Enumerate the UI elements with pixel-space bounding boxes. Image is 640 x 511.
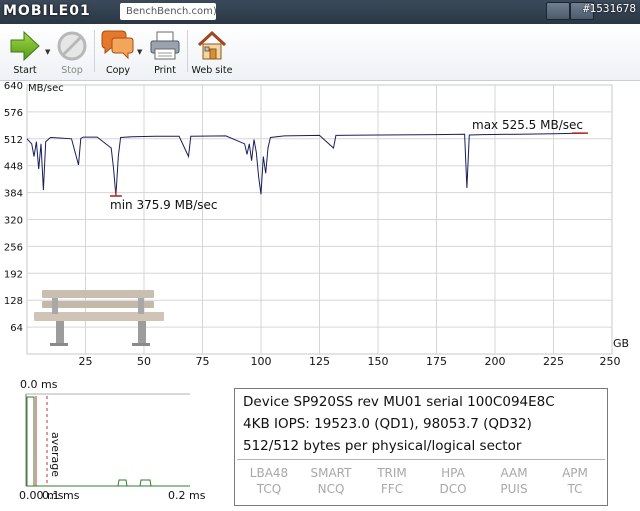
print-button[interactable]: Print bbox=[146, 27, 184, 77]
info-separator bbox=[237, 459, 605, 460]
feature-aam-puis: AAM PUIS bbox=[500, 466, 528, 496]
arrow-right-icon bbox=[10, 30, 40, 62]
watermark-id: #1531678 bbox=[583, 2, 636, 15]
min-annotation: min 375.9 MB/sec bbox=[110, 198, 217, 212]
stop-label: Stop bbox=[61, 65, 83, 76]
start-button[interactable]: Start bbox=[4, 27, 46, 77]
y-axis-label: MB/sec bbox=[28, 83, 64, 94]
toolbar-separator bbox=[187, 30, 188, 72]
brand-logo-text: MOBILE01 bbox=[3, 3, 91, 19]
y-tick-label: 576 bbox=[4, 108, 23, 119]
copy-dropdown-icon[interactable]: ▼ bbox=[137, 48, 142, 56]
start-dropdown-icon[interactable]: ▼ bbox=[45, 48, 50, 56]
copy-label: Copy bbox=[105, 65, 131, 76]
brand-logo: MOBILE01 bbox=[3, 2, 91, 20]
y-tick-label: 448 bbox=[4, 162, 23, 173]
y-tick-label: 256 bbox=[4, 242, 23, 253]
feature-trim-ffc: TRIM FFC bbox=[377, 466, 407, 496]
sector-info-line: 512/512 bytes per physical/logical secto… bbox=[243, 438, 522, 454]
y-tick-label: 320 bbox=[4, 216, 23, 227]
feature-smart-ncq: SMART NCQ bbox=[310, 466, 352, 496]
stop-button[interactable]: Stop bbox=[52, 27, 92, 77]
window-titlebar: MOBILE01 BenchBench.com) #1531678 bbox=[0, 0, 640, 24]
y-tick-label: 512 bbox=[4, 135, 23, 146]
device-info-line: Device SP920SS rev MU01 serial 100C094E8… bbox=[243, 394, 555, 410]
feature-apm-tc: APM TC bbox=[562, 466, 588, 496]
x-tick-label: 175 bbox=[426, 355, 447, 368]
device-info-panel: Device SP920SS rev MU01 serial 100C094E8… bbox=[234, 388, 608, 506]
latency-top-label: 0.0 ms bbox=[20, 378, 58, 391]
print-label: Print bbox=[154, 65, 176, 76]
feature-lba48-tcq: LBA48 TCQ bbox=[249, 466, 289, 496]
access-time-chart: 0.0 ms average 0.00 ms 0.1 ms 0.2 ms bbox=[19, 378, 206, 502]
max-annotation: max 525.5 MB/sec bbox=[472, 118, 583, 132]
iops-info-line: 4KB IOPS: 19523.0 (QD1), 98053.7 (QD32) bbox=[243, 416, 532, 432]
latency-x-label-2: 0.2 ms bbox=[168, 489, 206, 502]
y-tick-label: 128 bbox=[4, 296, 23, 307]
start-label: Start bbox=[13, 65, 37, 76]
y-tick-label: 640 bbox=[4, 81, 23, 92]
window-title: BenchBench.com) bbox=[120, 3, 217, 20]
x-tick-label: 25 bbox=[79, 355, 93, 368]
website-label: Web site bbox=[191, 65, 233, 76]
toolbar-separator bbox=[94, 30, 95, 72]
feature-hpa-dco: HPA DCO bbox=[439, 466, 467, 496]
x-tick-label: 75 bbox=[196, 355, 210, 368]
copy-button[interactable]: Copy bbox=[98, 27, 138, 77]
website-button[interactable]: Web site bbox=[190, 27, 234, 77]
x-tick-label: 250 bbox=[600, 355, 621, 368]
house-icon bbox=[197, 30, 227, 60]
y-tick-label: 384 bbox=[4, 189, 23, 200]
printer-icon bbox=[150, 31, 180, 60]
latency-average-label: average bbox=[49, 432, 62, 477]
x-tick-label: 100 bbox=[251, 355, 272, 368]
x-tick-label: 225 bbox=[543, 355, 564, 368]
latency-x-label-1: 0.1 ms bbox=[42, 489, 80, 502]
y-tick-label: 192 bbox=[4, 269, 23, 280]
speech-bubbles-icon bbox=[101, 30, 134, 60]
transfer-rate-chart: 64 128 192 256 320 384 448 512 576 640 25 50 75 100 1… bbox=[4, 81, 629, 368]
x-tick-label: 50 bbox=[137, 355, 151, 368]
minimize-button[interactable] bbox=[546, 2, 570, 20]
x-tick-label: 125 bbox=[309, 355, 330, 368]
toolbar: Start ▼ Stop Copy ▼ Print Web site bbox=[0, 24, 640, 81]
latency-histogram-tail bbox=[110, 479, 152, 487]
stop-icon bbox=[57, 31, 87, 61]
x-tick-label: 150 bbox=[368, 355, 389, 368]
x-tick-label: 200 bbox=[485, 355, 506, 368]
x-axis-label: GB bbox=[613, 337, 629, 350]
y-tick-label: 64 bbox=[10, 323, 23, 334]
latency-histogram-bar bbox=[26, 396, 35, 487]
